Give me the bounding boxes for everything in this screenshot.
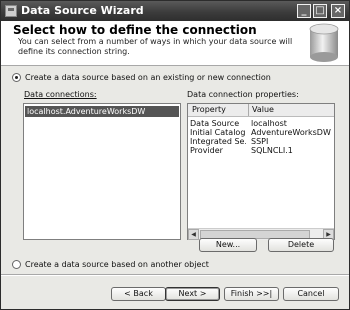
- back-button[interactable]: < Back: [111, 287, 166, 301]
- finish-button[interactable]: Finish >>|: [224, 287, 279, 301]
- column-header-value[interactable]: Value: [252, 105, 274, 115]
- value-cell: SSPI: [251, 137, 269, 146]
- page-description: You can select from a number of ways in …: [18, 37, 293, 56]
- table-row[interactable]: Provider SQLNCLI.1: [188, 146, 334, 155]
- another-object-radio[interactable]: [12, 260, 21, 269]
- grid-header: Property Value: [188, 104, 334, 117]
- existing-connection-label[interactable]: Create a data source based on an existin…: [25, 73, 271, 83]
- another-object-label[interactable]: Create a data source based on another ob…: [25, 260, 209, 270]
- wizard-header: Select how to define the connection You …: [1, 21, 349, 66]
- connection-properties-label: Data connection properties:: [187, 90, 299, 99]
- table-row[interactable]: Initial Catalog AdventureWorksDW: [188, 128, 334, 137]
- scroll-left-icon[interactable]: ◀: [188, 229, 199, 240]
- new-connection-button[interactable]: New...: [199, 238, 257, 252]
- wizard-window-icon: [5, 5, 17, 17]
- existing-connection-radio[interactable]: [12, 73, 21, 82]
- property-cell: Integrated Se...: [190, 137, 246, 146]
- cancel-button[interactable]: Cancel: [283, 287, 339, 301]
- column-divider[interactable]: [248, 104, 249, 116]
- value-cell: localhost: [251, 119, 287, 128]
- wizard-window: Data Source Wizard _ □ × Select how to d…: [0, 0, 350, 310]
- value-cell: SQLNCLI.1: [251, 146, 293, 155]
- footer-separator: [1, 274, 349, 276]
- column-header-property[interactable]: Property: [192, 105, 226, 115]
- close-icon[interactable]: ×: [331, 4, 345, 18]
- data-connections-list[interactable]: localhost.AdventureWorksDW: [23, 103, 181, 240]
- database-cylinder-icon: [309, 23, 339, 62]
- delete-connection-button[interactable]: Delete: [268, 238, 334, 252]
- data-connections-label: Data connections:: [24, 90, 97, 99]
- minimize-icon[interactable]: _: [297, 4, 311, 18]
- property-cell: Provider: [190, 146, 223, 155]
- property-cell: Data Source: [190, 119, 240, 128]
- title-bar[interactable]: Data Source Wizard _ □ ×: [1, 1, 349, 21]
- property-cell: Initial Catalog: [190, 128, 246, 137]
- page-title: Select how to define the connection: [13, 23, 257, 37]
- value-cell: AdventureWorksDW: [251, 128, 331, 137]
- next-button[interactable]: Next >: [165, 287, 220, 301]
- list-item[interactable]: localhost.AdventureWorksDW: [25, 106, 179, 117]
- connection-properties-grid[interactable]: Property Value Data Source localhost Ini…: [187, 103, 335, 240]
- maximize-icon[interactable]: □: [313, 4, 327, 18]
- table-row[interactable]: Integrated Se... SSPI: [188, 137, 334, 146]
- window-title: Data Source Wizard: [21, 4, 144, 17]
- table-row[interactable]: Data Source localhost: [188, 119, 334, 128]
